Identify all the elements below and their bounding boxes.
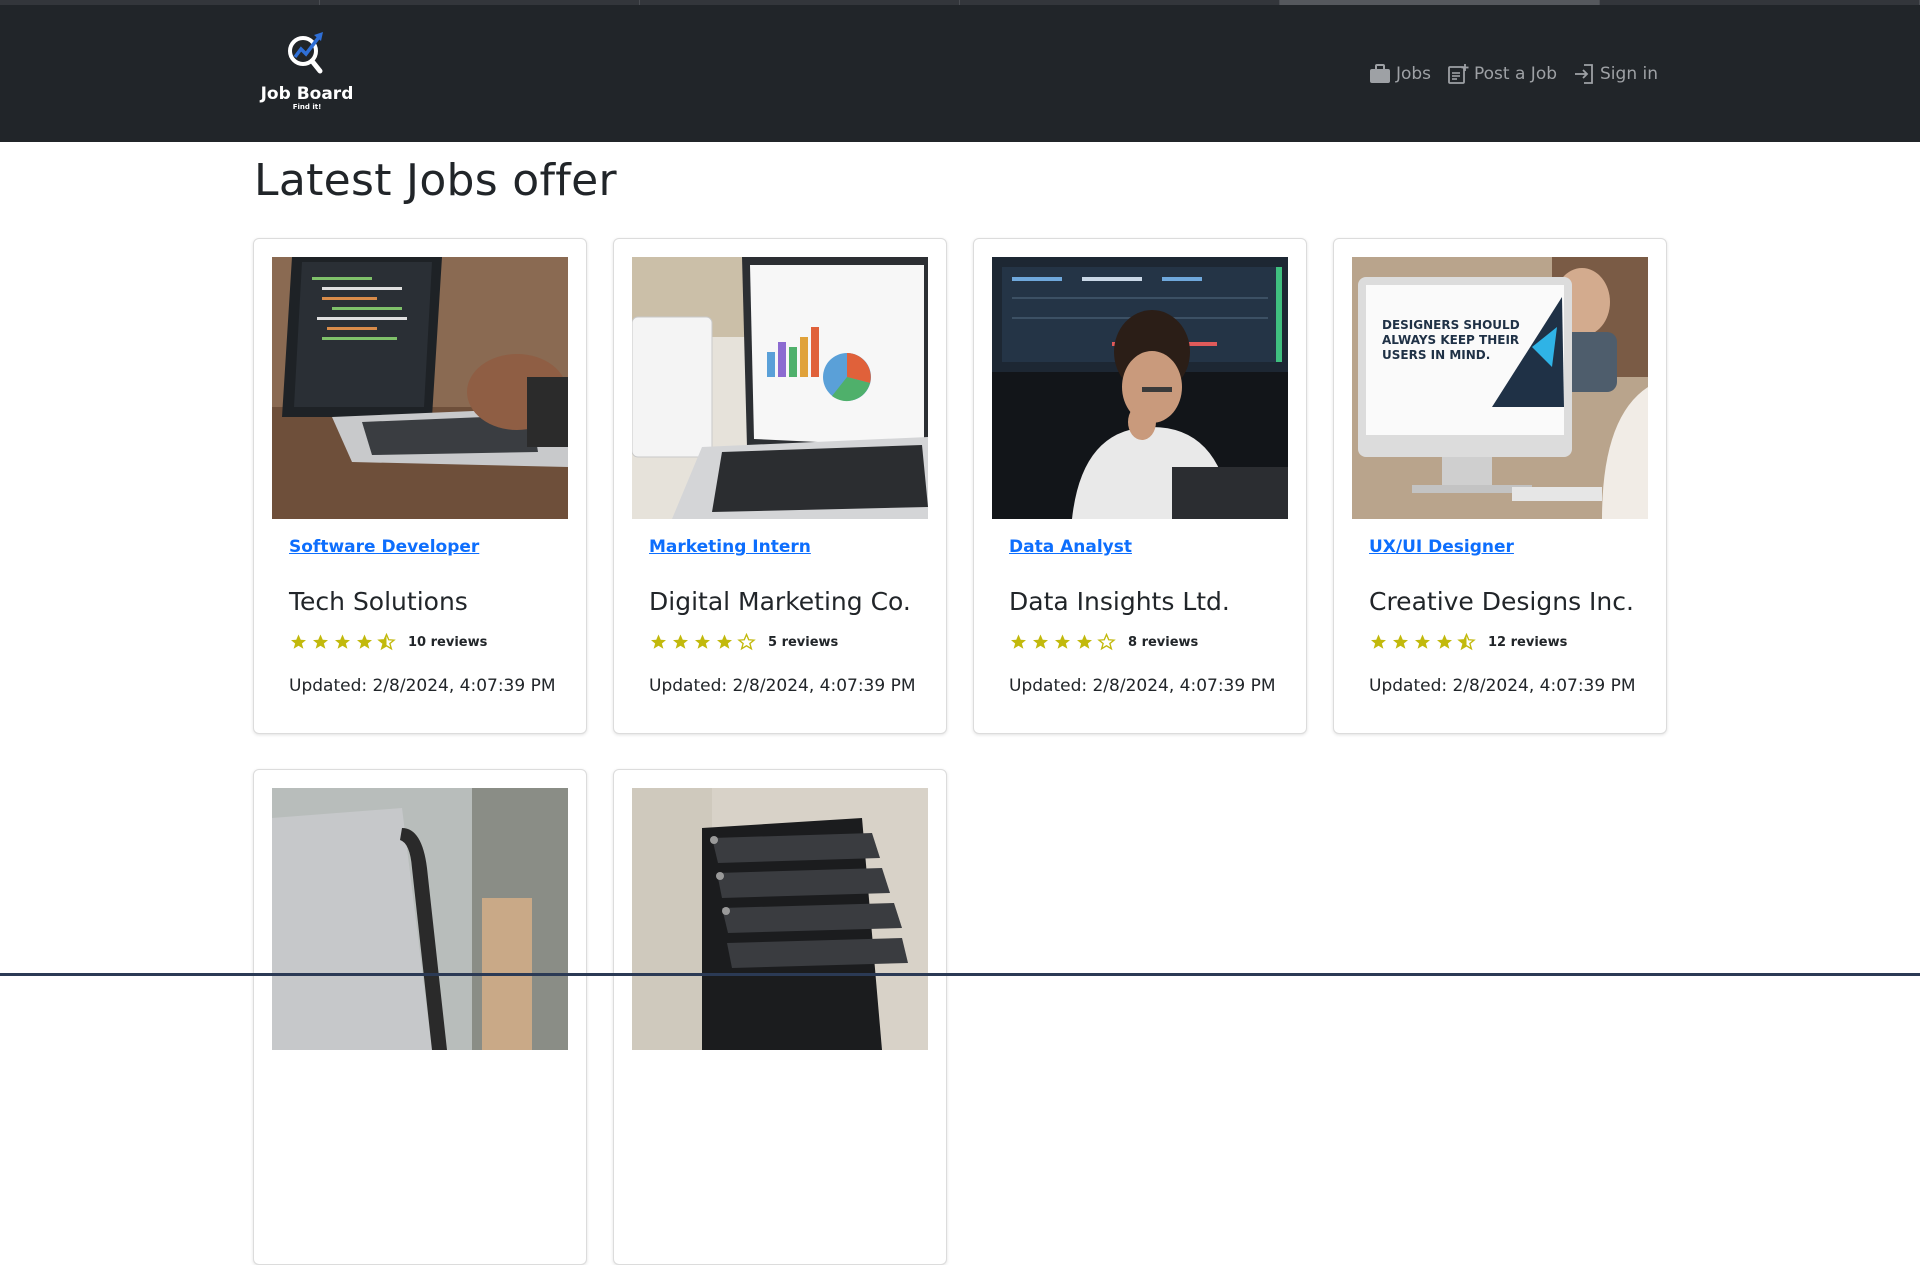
star-filled-icon	[1077, 634, 1092, 649]
job-card	[253, 769, 587, 1265]
job-card: Marketing Intern Digital Marketing Co. 5…	[613, 238, 947, 734]
briefcase-icon	[1369, 64, 1390, 83]
rating: 8 reviews	[1009, 633, 1198, 651]
star-rating	[289, 633, 396, 651]
company-name: Digital Marketing Co.	[649, 587, 911, 616]
brand-tagline: Find it!	[292, 103, 322, 111]
nav-jobs-label: Jobs	[1395, 64, 1432, 84]
star-filled-icon	[1415, 634, 1430, 649]
main-nav: Jobs Post a Job Sign in	[1369, 63, 1658, 85]
star-rating	[1369, 633, 1476, 651]
job-title-link[interactable]: UX/UI Designer	[1369, 537, 1514, 557]
star-empty-icon	[1097, 633, 1116, 651]
star-rating	[1009, 633, 1116, 651]
nav-jobs[interactable]: Jobs	[1369, 64, 1431, 84]
review-count: 12 reviews	[1488, 634, 1568, 650]
rating: 5 reviews	[649, 633, 838, 651]
brand-name: Job Board	[260, 84, 354, 104]
nav-post-job-label: Post a Job	[1474, 64, 1558, 84]
laptop-bag-photo[interactable]	[272, 788, 568, 1050]
star-half-icon	[1457, 633, 1476, 651]
star-filled-icon	[695, 634, 710, 649]
job-card: Software Developer Tech Solutions 10 rev…	[253, 238, 587, 734]
laptop-code-photo[interactable]	[272, 257, 568, 519]
star-filled-icon	[1393, 634, 1408, 649]
star-filled-icon	[313, 634, 328, 649]
nav-sign-in[interactable]: Sign in	[1573, 63, 1658, 85]
star-filled-icon	[651, 634, 666, 649]
page-title: Latest Jobs offer	[254, 155, 617, 206]
star-filled-icon	[1055, 634, 1070, 649]
company-name: Tech Solutions	[289, 587, 468, 616]
job-title-link[interactable]: Data Analyst	[1009, 537, 1132, 557]
sign-in-icon	[1575, 64, 1593, 84]
nav-sign-in-label: Sign in	[1600, 64, 1658, 84]
star-half-icon	[377, 633, 396, 651]
star-filled-icon	[335, 634, 350, 649]
star-filled-icon	[291, 634, 306, 649]
rating: 12 reviews	[1369, 633, 1567, 651]
navbar: Job Board Find it! Jobs Post a Job Sign …	[0, 5, 1920, 142]
review-count: 8 reviews	[1128, 634, 1199, 650]
updated-timestamp: Updated: 2/8/2024, 4:07:39 PM	[1009, 676, 1276, 696]
job-card	[613, 769, 947, 1265]
magnifier-logo-icon	[288, 32, 323, 74]
rating: 10 reviews	[289, 633, 487, 651]
company-name: Data Insights Ltd.	[1009, 587, 1230, 616]
updated-timestamp: Updated: 2/8/2024, 4:07:39 PM	[1369, 676, 1636, 696]
binders-photo[interactable]	[632, 788, 928, 1050]
job-card: DESIGNERS SHOULD ALWAYS KEEP THEIR USERS…	[1333, 238, 1667, 734]
post-add-icon	[1448, 64, 1469, 84]
company-name: Creative Designs Inc.	[1369, 587, 1634, 616]
analyst-screens-photo[interactable]	[992, 257, 1288, 519]
star-empty-icon	[737, 633, 756, 651]
star-filled-icon	[1033, 634, 1048, 649]
job-card-grid: Software Developer Tech Solutions 10 rev…	[253, 238, 1668, 1265]
star-filled-icon	[1011, 634, 1026, 649]
job-title-link[interactable]: Software Developer	[289, 537, 479, 557]
updated-timestamp: Updated: 2/8/2024, 4:07:39 PM	[649, 676, 916, 696]
laptop-charts-photo[interactable]	[632, 257, 928, 519]
nav-post-job[interactable]: Post a Job	[1447, 63, 1557, 85]
star-filled-icon	[1371, 634, 1386, 649]
review-count: 10 reviews	[408, 634, 488, 650]
review-count: 5 reviews	[768, 634, 839, 650]
star-filled-icon	[1437, 634, 1452, 649]
updated-timestamp: Updated: 2/8/2024, 4:07:39 PM	[289, 676, 556, 696]
star-rating	[649, 633, 756, 651]
star-filled-icon	[673, 634, 688, 649]
designer-monitor-photo[interactable]: DESIGNERS SHOULD ALWAYS KEEP THEIR USERS…	[1352, 257, 1648, 519]
job-card: Data Analyst Data Insights Ltd. 8 review…	[973, 238, 1307, 734]
star-filled-icon	[717, 634, 732, 649]
job-title-link[interactable]: Marketing Intern	[649, 537, 811, 557]
star-filled-icon	[357, 634, 372, 649]
brand-logo[interactable]: Job Board Find it!	[254, 27, 360, 127]
